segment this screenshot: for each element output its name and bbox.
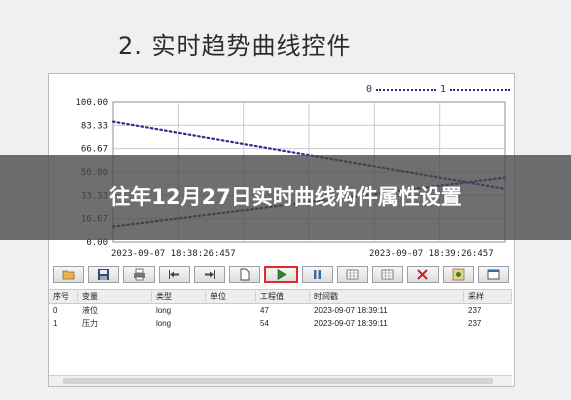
time-axis-end: 2023-09-07 18:39:26:457 — [369, 249, 494, 259]
legend-line-icon — [375, 88, 436, 91]
table-cell: 2023-09-07 18:39:11 — [314, 319, 388, 328]
horizontal-scrollbar[interactable] — [49, 375, 512, 386]
table-cell: 47 — [260, 306, 269, 315]
table-cell: long — [156, 319, 172, 328]
legend-label-1: 1 — [439, 84, 446, 95]
print-button[interactable] — [123, 266, 155, 283]
variable-table: 序号 变量 类型 单位 工程值 时间戳 采样 0 液位 long 47 2023-09-07 18:… — [49, 289, 512, 330]
table-body: 0 液位 long 47 2023-09-07 18:39:11 237 1 压力 long 54… — [49, 304, 512, 330]
grid-icon — [346, 269, 359, 280]
settings-icon — [452, 268, 465, 281]
back-button[interactable] — [158, 266, 190, 283]
table-cell: 1 — [53, 319, 58, 328]
y-tick-label: 83.33 — [81, 121, 108, 131]
table-cell: 2023-09-07 18:39:11 — [314, 306, 388, 315]
y-tick-label: 66.67 — [81, 145, 108, 155]
grid-b-button[interactable] — [372, 266, 404, 283]
legend-label-0: 0 — [365, 84, 372, 95]
new-button[interactable] — [229, 266, 261, 283]
chart-legend: 0 1 — [366, 84, 510, 95]
table-cell: 237 — [468, 319, 482, 328]
save-icon — [98, 269, 110, 280]
play-icon — [277, 268, 287, 281]
table-row[interactable]: 0 液位 long 47 2023-09-07 18:39:11 237 — [49, 304, 512, 317]
settings-button[interactable] — [442, 266, 474, 283]
pause-icon — [313, 270, 321, 279]
delete-button[interactable] — [407, 266, 439, 283]
forward-button[interactable] — [193, 266, 226, 283]
print-icon — [133, 268, 145, 281]
y-tick-label: 100.00 — [75, 98, 108, 108]
column-header[interactable]: 单位 — [206, 291, 256, 302]
page-icon — [240, 268, 250, 281]
column-header[interactable]: 工程值 — [256, 291, 310, 302]
pause-button[interactable] — [301, 266, 333, 283]
delete-icon — [417, 269, 429, 280]
window-icon — [487, 269, 500, 280]
open-button[interactable] — [53, 266, 85, 283]
table-cell: 237 — [468, 306, 482, 315]
save-button[interactable] — [88, 266, 120, 283]
grid-icon — [381, 269, 394, 280]
table-cell: 54 — [260, 319, 269, 328]
table-header: 序号 变量 类型 单位 工程值 时间戳 采样 — [49, 289, 512, 304]
table-cell: long — [156, 306, 172, 315]
column-header[interactable]: 变量 — [78, 291, 152, 302]
page-heading: 2. 实时趋势曲线控件 — [118, 32, 352, 60]
folder-icon — [62, 270, 75, 280]
start-button[interactable] — [264, 266, 298, 283]
title-overlay-banner: 往年12月27日实时曲线构件属性设置 — [0, 155, 571, 240]
grid-a-button[interactable] — [336, 266, 369, 283]
table-cell: 压力 — [82, 319, 98, 328]
trend-toolbar — [53, 266, 510, 286]
arrow-right-icon — [205, 270, 216, 279]
column-header[interactable]: 类型 — [152, 291, 206, 302]
arrow-left-icon — [168, 270, 179, 279]
legend-line-icon — [450, 88, 510, 91]
table-row[interactable]: 1 压力 long 54 2023-09-07 18:39:11 237 — [49, 317, 512, 330]
column-header[interactable]: 采样 — [464, 291, 512, 302]
table-cell: 0 — [53, 306, 58, 315]
scrollbar-thumb[interactable] — [63, 378, 493, 384]
overlay-title: 往年12月27日实时曲线构件属性设置 — [109, 185, 462, 209]
table-cell: 液位 — [82, 306, 98, 315]
column-header[interactable]: 时间戳 — [310, 291, 464, 302]
time-axis-start: 2023-09-07 18:38:26:457 — [111, 249, 236, 259]
column-header[interactable]: 序号 — [49, 291, 78, 302]
window-button[interactable] — [477, 266, 510, 283]
